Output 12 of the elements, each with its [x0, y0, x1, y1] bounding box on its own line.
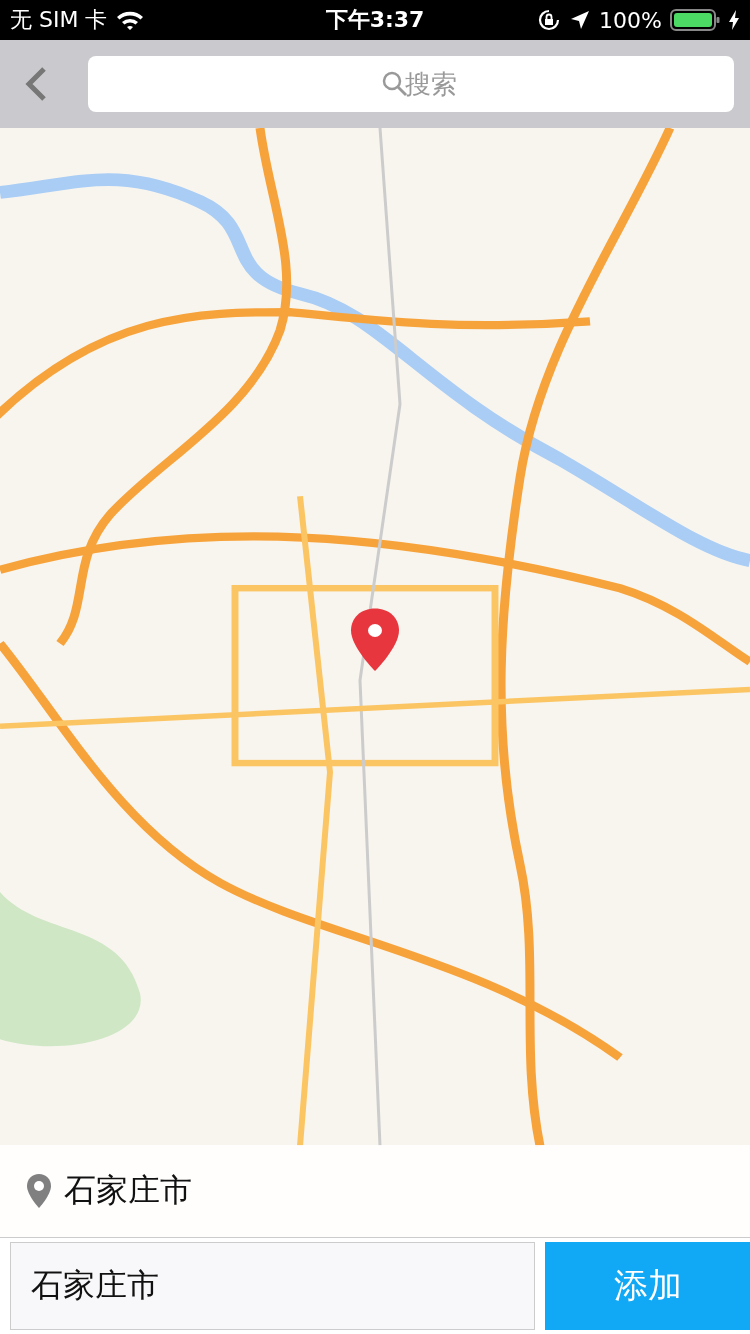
charging-bolt-icon	[728, 9, 740, 31]
battery-icon	[670, 8, 720, 32]
map-pin-icon	[26, 1173, 52, 1209]
search-field[interactable]: 搜索	[88, 56, 734, 112]
rotation-lock-icon	[537, 8, 562, 32]
location-input[interactable]: 石家庄市	[10, 1242, 535, 1330]
wifi-icon	[115, 9, 146, 31]
carrier-label: 无 SIM 卡	[10, 6, 108, 34]
clock-time: 下午3:37	[325, 6, 425, 34]
battery-percent: 100%	[599, 7, 662, 33]
location-name: 石家庄市	[64, 1170, 192, 1211]
location-arrow-icon	[569, 9, 592, 31]
